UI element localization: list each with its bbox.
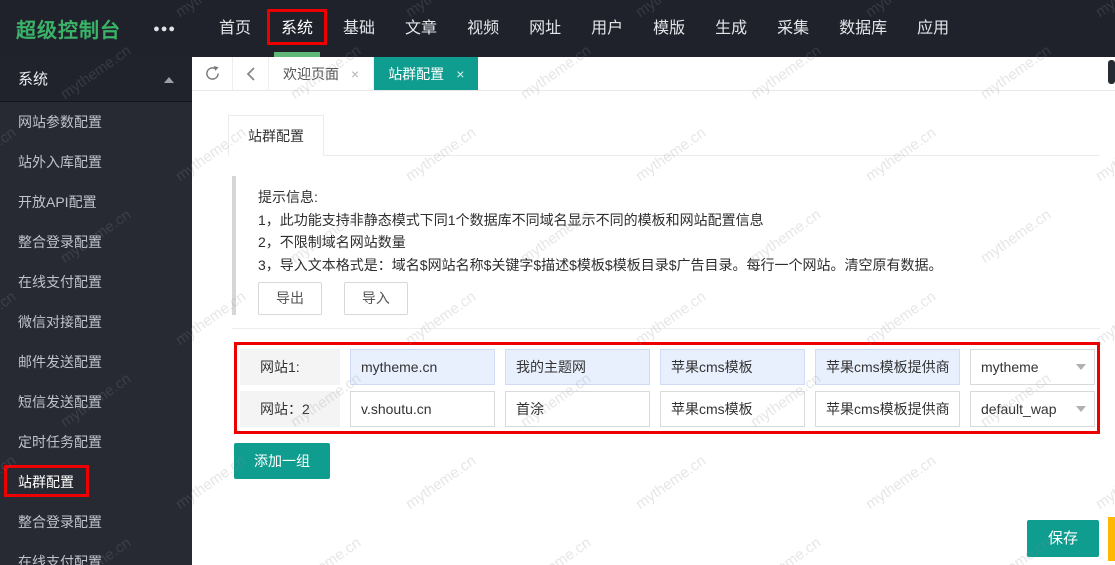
floating-button-partial[interactable] — [1108, 517, 1115, 561]
chevron-down-icon — [1076, 406, 1086, 412]
sidebar-section-label: 系统 — [18, 71, 48, 88]
brand-area: 超级控制台 ●●● — [0, 14, 192, 43]
nav-item-template[interactable]: 模版 — [638, 0, 700, 57]
site-1-label: 网站1: — [240, 349, 340, 385]
sidebar: 系统 网站参数配置 站外入库配置 开放API配置 整合登录配置 在线支付配置 微… — [0, 57, 192, 565]
nav-item-system-label: 系统 — [281, 20, 313, 37]
site-1-template-select[interactable]: mytheme — [970, 349, 1095, 385]
scrollbar-thumb[interactable] — [1108, 60, 1115, 84]
nav-item-system[interactable]: 系统 — [266, 0, 328, 57]
nav-item-basic[interactable]: 基础 — [328, 0, 390, 57]
app-title: 超级控制台 — [16, 14, 121, 43]
sidebar-item-login-integration-2[interactable]: 整合登录配置 — [0, 502, 192, 542]
top-nav: 首页 系统 基础 文章 视频 网址 用户 模版 生成 采集 数据库 应用 — [204, 0, 964, 57]
chevron-up-icon — [164, 77, 174, 83]
main-content: 站群配置 提示信息: 1，此功能支持非静态模式下同1个数据库不同域名显示不同的模… — [192, 91, 1115, 565]
tab-welcome-label: 欢迎页面 — [283, 64, 339, 84]
more-menu-icon[interactable]: ●●● — [153, 23, 176, 35]
sidebar-section-system[interactable]: 系统 — [0, 57, 192, 102]
nav-item-home[interactable]: 首页 — [204, 0, 266, 57]
hint-line-2: 2，不限制域名网站数量 — [258, 231, 1100, 254]
site-1-template-value: mytheme — [981, 359, 1039, 375]
sidebar-item-cron[interactable]: 定时任务配置 — [0, 422, 192, 462]
nav-item-collect[interactable]: 采集 — [762, 0, 824, 57]
close-icon[interactable]: × — [456, 66, 464, 82]
nav-item-url[interactable]: 网址 — [514, 0, 576, 57]
sidebar-item-site-params[interactable]: 网站参数配置 — [0, 102, 192, 142]
hint-title: 提示信息: — [258, 186, 1100, 209]
save-button[interactable]: 保存 — [1027, 520, 1099, 557]
chevron-down-icon — [1076, 364, 1086, 370]
nav-item-app[interactable]: 应用 — [902, 0, 964, 57]
nav-item-article[interactable]: 文章 — [390, 0, 452, 57]
site-2-keywords-input[interactable] — [660, 391, 805, 427]
site-2-name-input[interactable] — [505, 391, 650, 427]
sidebar-item-open-api[interactable]: 开放API配置 — [0, 182, 192, 222]
sidebar-item-site-group[interactable]: 站群配置 — [0, 462, 192, 502]
sidebar-item-site-group-label: 站群配置 — [18, 474, 74, 490]
close-icon[interactable]: × — [351, 66, 359, 82]
site-1-description-input[interactable] — [815, 349, 960, 385]
nav-item-user[interactable]: 用户 — [576, 0, 638, 57]
top-bar: 超级控制台 ●●● 首页 系统 基础 文章 视频 网址 用户 模版 生成 采集 … — [0, 0, 1115, 57]
site-2-template-select[interactable]: default_wap — [970, 391, 1095, 427]
site-rows: 网站1: mytheme 网站：2 default_wap — [234, 342, 1100, 434]
refresh-button[interactable] — [192, 57, 233, 90]
tab-site-group-label: 站群配置 — [388, 64, 444, 84]
export-button[interactable]: 导出 — [258, 282, 322, 315]
tab-site-group[interactable]: 站群配置 × — [374, 57, 478, 90]
site-2-domain-input[interactable] — [350, 391, 495, 427]
divider — [232, 328, 1100, 329]
chevron-left-icon — [246, 67, 256, 81]
hint-line-1: 1，此功能支持非静态模式下同1个数据库不同域名显示不同的模板和网站配置信息 — [258, 209, 1100, 232]
site-2-description-input[interactable] — [815, 391, 960, 427]
sidebar-item-email[interactable]: 邮件发送配置 — [0, 342, 192, 382]
hint-block: 提示信息: 1，此功能支持非静态模式下同1个数据库不同域名显示不同的模板和网站配… — [232, 176, 1100, 315]
card-tab-site-group[interactable]: 站群配置 — [228, 115, 324, 156]
tab-welcome[interactable]: 欢迎页面 × — [269, 57, 374, 90]
sidebar-item-online-payment-2[interactable]: 在线支付配置 — [0, 542, 192, 565]
nav-item-video[interactable]: 视频 — [452, 0, 514, 57]
sidebar-item-login-integration[interactable]: 整合登录配置 — [0, 222, 192, 262]
sidebar-item-online-payment[interactable]: 在线支付配置 — [0, 262, 192, 302]
sidebar-item-wechat[interactable]: 微信对接配置 — [0, 302, 192, 342]
hint-line-3: 3，导入文本格式是：域名$网站名称$关键字$描述$模板$模板目录$广告目录。每行… — [258, 254, 1100, 277]
site-row-2: 网站：2 default_wap — [234, 390, 1100, 428]
card-tab-header: 站群配置 — [228, 115, 1100, 156]
refresh-icon — [205, 66, 220, 81]
back-button[interactable] — [233, 57, 269, 90]
site-2-template-value: default_wap — [981, 401, 1057, 417]
add-group-button[interactable]: 添加一组 — [234, 443, 330, 479]
sidebar-item-sms[interactable]: 短信发送配置 — [0, 382, 192, 422]
site-row-1: 网站1: mytheme — [234, 348, 1100, 386]
page-tab-bar: 欢迎页面 × 站群配置 × — [192, 57, 1115, 91]
site-1-name-input[interactable] — [505, 349, 650, 385]
import-button[interactable]: 导入 — [344, 282, 408, 315]
site-1-keywords-input[interactable] — [660, 349, 805, 385]
site-2-label: 网站：2 — [240, 391, 340, 427]
sidebar-item-offsite-storage[interactable]: 站外入库配置 — [0, 142, 192, 182]
site-1-domain-input[interactable] — [350, 349, 495, 385]
nav-item-generate[interactable]: 生成 — [700, 0, 762, 57]
nav-item-database[interactable]: 数据库 — [824, 0, 902, 57]
